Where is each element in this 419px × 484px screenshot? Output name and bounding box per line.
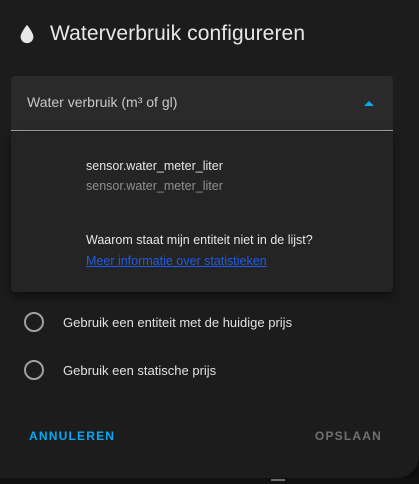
radio-label: Gebruik een statische prijs [63,362,217,378]
dialog: Waterverbruik configureren Water verbrui… [0,0,419,478]
select-dropdown-menu: sensor.water_meter_liter sensor.water_me… [11,132,393,292]
help-question: Waarom staat mijn entiteit niet in de li… [86,233,313,247]
radio-label: Gebruik een entiteit met de huidige prij… [63,314,293,330]
radio-button[interactable] [24,312,44,332]
cancel-button[interactable]: ANNULEREN [29,429,115,443]
background-page [0,478,419,484]
dialog-header: Waterverbruik configureren [16,18,305,50]
radio-option-entity-price[interactable]: Gebruik een entiteit met de huidige prij… [24,311,292,333]
statistics-info-link[interactable]: Meer informatie over statistieken [86,254,267,268]
water-drop-icon [16,22,38,46]
radio-button[interactable] [24,360,44,380]
trash-icon [271,479,285,484]
dropdown-help: Waarom staat mijn entiteit niet in de li… [86,233,313,270]
save-button[interactable]: OPSLAAN [315,429,382,443]
chevron-up-icon[interactable] [364,101,374,106]
dropdown-option-water-meter[interactable]: sensor.water_meter_liter sensor.water_me… [86,159,223,193]
select-label: Water verbruik (m³ of gl) [27,94,178,110]
radio-option-static-price[interactable]: Gebruik een statische prijs [24,359,216,381]
option-entity-name: sensor.water_meter_liter [86,159,223,173]
water-usage-select[interactable]: Water verbruik (m³ of gl) [11,76,393,131]
option-entity-id: sensor.water_meter_liter [86,179,223,193]
dialog-title: Waterverbruik configureren [50,22,306,45]
